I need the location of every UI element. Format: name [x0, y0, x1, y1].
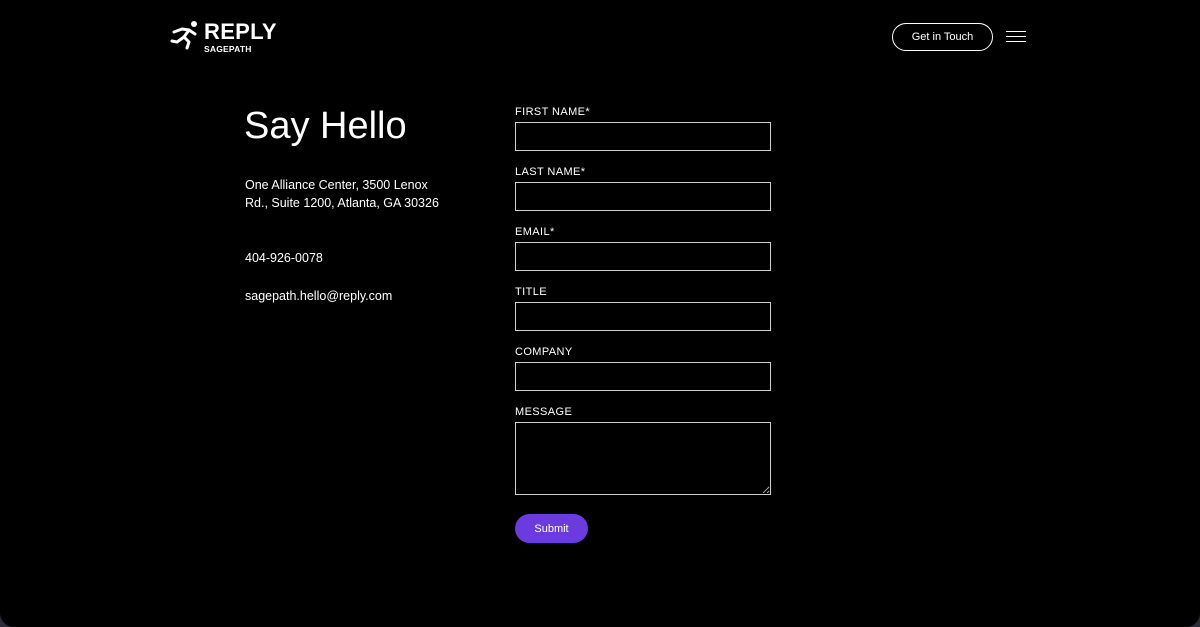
company-label: COMPANY: [515, 346, 573, 358]
hamburger-menu-icon[interactable]: [1006, 31, 1026, 43]
first-name-field[interactable]: [515, 122, 771, 151]
office-address: One Alliance Center, 3500 Lenox Rd., Sui…: [245, 178, 439, 210]
get-in-touch-button[interactable]: Get in Touch: [892, 23, 993, 51]
message-label: MESSAGE: [515, 406, 573, 418]
company-field[interactable]: [515, 362, 771, 391]
email-field[interactable]: [515, 242, 771, 271]
email-label: EMAIL*: [515, 226, 555, 238]
logo-wordmark: REPLY: [204, 19, 277, 44]
logo-subtitle: SAGEPATH: [204, 44, 252, 54]
running-figure-icon: [170, 21, 197, 50]
phone-number: 404-926-0078: [245, 251, 323, 265]
message-field[interactable]: [515, 422, 771, 495]
email-link[interactable]: sagepath.hello@reply.com: [245, 288, 392, 305]
submit-button[interactable]: Submit: [515, 514, 588, 543]
title-label: TITLE: [515, 286, 547, 298]
page-title: Say Hello: [244, 105, 407, 147]
page: REPLY SAGEPATH Get in Touch Say Hello On…: [0, 0, 1200, 627]
last-name-label: LAST NAME*: [515, 166, 586, 178]
title-field[interactable]: [515, 302, 771, 331]
first-name-label: FIRST NAME*: [515, 106, 591, 118]
reply-sagepath-logo[interactable]: REPLY SAGEPATH: [170, 18, 280, 58]
last-name-field[interactable]: [515, 182, 771, 211]
